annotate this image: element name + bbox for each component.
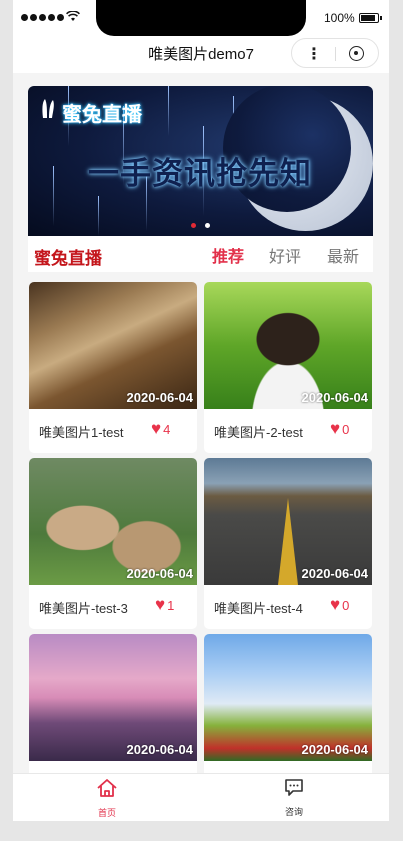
card-image-rabbits: 2020-06-04 — [29, 458, 197, 585]
bottom-tab-bar: 首页 咨询 — [13, 773, 389, 821]
image-card[interactable]: 2020-06-04 唯美图片-test-4 ♥ 0 — [204, 458, 372, 629]
status-bar: 100% — [13, 0, 389, 38]
heart-icon: ♥ — [151, 419, 162, 438]
carousel-indicator — [191, 223, 210, 228]
home-icon — [77, 778, 137, 806]
card-image-flower-field: 2020-06-04 — [204, 634, 372, 761]
bottom-tab-consult[interactable]: 咨询 — [264, 778, 324, 818]
card-date: 2020-06-04 — [126, 742, 194, 757]
phone-screen: 100% 唯美图片demo7 ⋮ 蜜兔直播 一手资讯抢先知 蜜兔直播 推荐 好评… — [13, 0, 389, 821]
more-menu-button[interactable]: ⋮ — [292, 44, 336, 64]
tab-recommended[interactable]: 推荐 — [212, 243, 244, 267]
card-title: 唯美图片-test-3 — [39, 601, 128, 616]
signal-icon — [21, 14, 64, 21]
like-button[interactable]: ♥ 0 — [330, 419, 349, 439]
image-card[interactable]: 2020-06-04 唯美图片-2-test ♥ 0 — [204, 282, 372, 453]
image-card[interactable]: 2020-06-04 唯美图片-test-3 ♥ 1 — [29, 458, 197, 629]
tab-latest[interactable]: 最新 — [327, 243, 359, 267]
like-count: 0 — [342, 597, 350, 613]
card-title: 唯美图片-2-test — [214, 425, 303, 440]
battery-icon — [359, 13, 382, 23]
card-date: 2020-06-04 — [301, 566, 369, 581]
card-date: 2020-06-04 — [126, 390, 194, 405]
mini-program-capsule: ⋮ — [291, 38, 379, 68]
capsule-divider — [335, 47, 336, 61]
card-date: 2020-06-04 — [301, 390, 369, 405]
close-mini-program-button[interactable] — [349, 46, 364, 61]
banner-carousel[interactable]: 蜜兔直播 一手资讯抢先知 — [28, 86, 373, 236]
nav-bar: 唯美图片demo7 ⋮ — [13, 38, 389, 73]
like-button[interactable]: ♥ 0 — [330, 595, 349, 615]
card-image-road: 2020-06-04 — [204, 458, 372, 585]
card-image-lake-boat: 2020-06-04 — [29, 634, 197, 761]
rabbit-logo-icon — [40, 98, 56, 125]
image-card[interactable]: 2020-06-04 唯美图片1-test ♥ 4 — [29, 282, 197, 453]
bottom-tab-label: 咨询 — [284, 807, 303, 817]
carousel-dot[interactable] — [191, 223, 196, 228]
like-count: 1 — [167, 597, 175, 613]
banner-slogan: 一手资讯抢先知 — [88, 156, 312, 191]
card-title: 唯美图片1-test — [39, 425, 124, 440]
like-button[interactable]: ♥ 1 — [155, 595, 174, 615]
card-image-book: 2020-06-04 — [29, 282, 197, 409]
carousel-dot[interactable] — [205, 223, 210, 228]
like-count: 0 — [342, 421, 350, 437]
card-image-girl: 2020-06-04 — [204, 282, 372, 409]
tab-top-rated[interactable]: 好评 — [269, 243, 301, 267]
heart-icon: ♥ — [155, 595, 166, 614]
chat-icon — [264, 778, 324, 805]
bottom-tab-home[interactable]: 首页 — [77, 778, 137, 819]
card-date: 2020-06-04 — [301, 742, 369, 757]
heart-icon: ♥ — [330, 419, 341, 438]
card-date: 2020-06-04 — [126, 566, 194, 581]
wifi-icon — [66, 10, 80, 25]
brand-logo: 蜜兔直播 — [34, 249, 102, 268]
camera-notch — [96, 0, 306, 36]
bottom-tab-label: 首页 — [97, 808, 116, 818]
category-tabs: 蜜兔直播 推荐 好评 最新 — [28, 236, 373, 272]
card-title: 唯美图片-test-4 — [214, 601, 303, 616]
banner-logo: 蜜兔直播 — [62, 104, 142, 126]
battery-percent: 100% — [324, 11, 355, 25]
like-button[interactable]: ♥ 4 — [151, 419, 170, 439]
like-count: 4 — [163, 421, 171, 437]
heart-icon: ♥ — [330, 595, 341, 614]
